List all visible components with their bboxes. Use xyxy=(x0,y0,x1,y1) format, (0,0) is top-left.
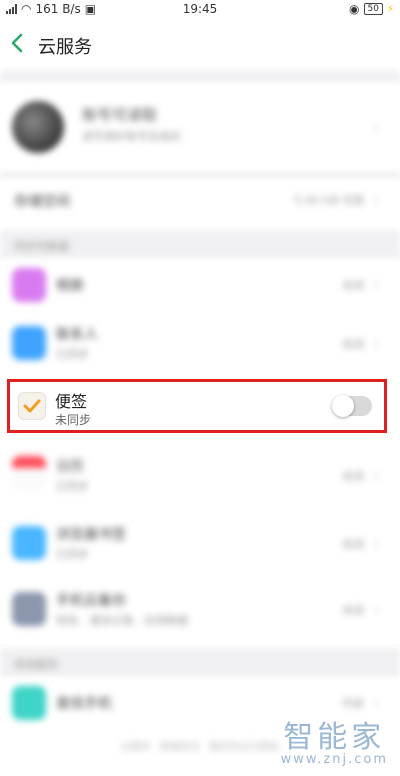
section-label: 同步的数据 xyxy=(14,240,69,253)
app-row-backup[interactable]: 手机云备份 短信、通话记录、应用数据 关闭 › xyxy=(0,582,400,638)
app-row-notes[interactable]: 便签 未同步 xyxy=(7,379,387,433)
watermark-url: www.znj.com xyxy=(280,752,388,767)
chevron-right-icon: › xyxy=(374,192,380,208)
app-status: 关闭 xyxy=(342,338,364,351)
app-status: 关闭 xyxy=(342,470,364,483)
notes-icon xyxy=(18,392,46,420)
section-label: 其他服务 xyxy=(14,658,58,671)
status-bar: ◠ 161 B/s ▣ 19:45 ◉ 50 ⚡ xyxy=(0,0,400,18)
app-name: 日历 xyxy=(56,459,84,475)
calendar-icon xyxy=(12,456,46,490)
chevron-right-icon: › xyxy=(374,602,380,618)
watermark-logo: 智能家 www.znj.com xyxy=(281,712,388,767)
chevron-right-icon: › xyxy=(374,695,380,711)
watermark-text: 智能家 xyxy=(283,720,386,755)
chevron-right-icon: › xyxy=(374,468,380,484)
avatar xyxy=(12,101,64,153)
account-subtitle: 读写保护账号及相关 xyxy=(82,130,181,143)
app-status: 关闭 xyxy=(342,604,364,617)
app-row-photos[interactable]: 相册 关闭 › xyxy=(0,260,400,310)
back-icon[interactable] xyxy=(10,33,28,55)
contacts-icon xyxy=(12,326,46,360)
app-subtitle: 短信、通话记录、应用数据 xyxy=(56,614,188,627)
account-profile[interactable]: 账号可读取 读写保护账号及相关 › xyxy=(0,84,400,170)
nav-bar: 云服务 xyxy=(0,18,400,70)
status-time: 19:45 xyxy=(182,2,218,16)
account-name: 账号可读取 xyxy=(82,106,158,124)
toggle-knob xyxy=(332,395,354,417)
photos-icon xyxy=(12,268,46,302)
app-subtitle: 未同步 xyxy=(55,413,92,427)
section-header-apps: 同步的数据 xyxy=(0,230,400,260)
chevron-right-icon: › xyxy=(374,120,380,136)
app-name: 相册 xyxy=(56,278,84,294)
storage-row[interactable]: 存储空间 5.00 GB 可用 › xyxy=(0,180,400,222)
app-row-calendar[interactable]: 日历 已同步 关闭 › xyxy=(0,442,400,504)
lock-rotation-icon: ◉ xyxy=(349,2,360,16)
app-name: 联系人 xyxy=(56,327,98,343)
divider xyxy=(0,70,400,84)
find-phone-icon xyxy=(12,686,46,720)
app-status: 开启 xyxy=(342,697,364,710)
chevron-right-icon: › xyxy=(374,277,380,293)
divider xyxy=(0,170,400,180)
storage-value: 5.00 GB 可用 xyxy=(294,194,364,207)
storage-label: 存储空间 xyxy=(14,194,70,210)
app-status: 关闭 xyxy=(342,279,364,292)
app-name: 便签 xyxy=(55,392,88,411)
charging-icon: ⚡ xyxy=(386,3,394,15)
battery-icon: 50 xyxy=(363,3,383,15)
page-title: 云服务 xyxy=(38,37,92,58)
section-header-other: 其他服务 xyxy=(0,648,400,678)
app-row-contacts[interactable]: 联系人 已同步 关闭 › xyxy=(0,316,400,372)
app-name: 手机云备份 xyxy=(56,593,126,609)
app-status: 关闭 xyxy=(342,538,364,551)
app-name: 查找手机 xyxy=(56,696,112,712)
chevron-right-icon: › xyxy=(374,536,380,552)
app-subtitle: 已同步 xyxy=(56,480,89,493)
notes-sync-toggle[interactable] xyxy=(332,395,372,417)
app-subtitle: 已同步 xyxy=(56,348,89,361)
backup-icon xyxy=(12,592,46,626)
app-name: 浏览器书签 xyxy=(56,527,126,543)
app-row-bookmarks[interactable]: 浏览器书签 已同步 关闭 › xyxy=(0,508,400,580)
status-right: ◉ 50 ⚡ xyxy=(349,2,394,16)
bookmarks-icon xyxy=(12,526,46,560)
chevron-right-icon: › xyxy=(374,336,380,352)
app-subtitle: 已同步 xyxy=(56,548,89,561)
